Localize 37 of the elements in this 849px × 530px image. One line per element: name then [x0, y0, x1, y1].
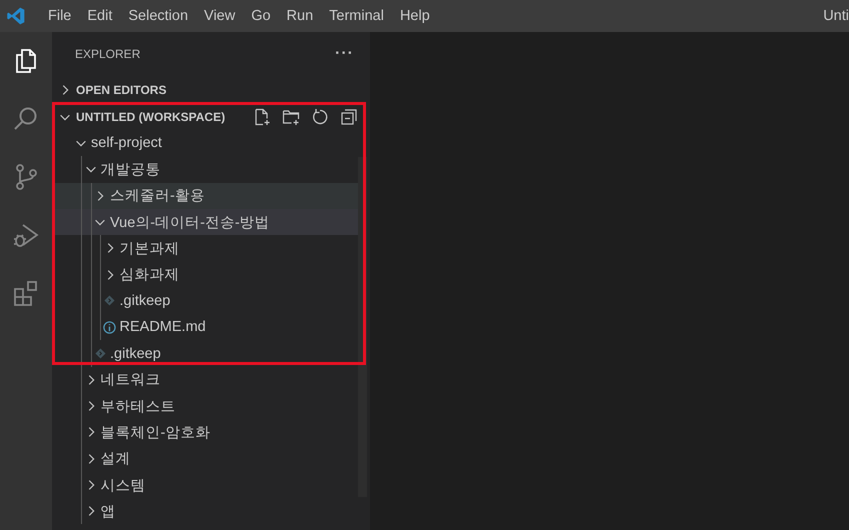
section-header[interactable]: UNTITLED (WORKSPACE): [52, 103, 370, 130]
more-actions-button[interactable]: ···: [335, 45, 354, 63]
tree-item[interactable]: Vue의-데이터-전송-방법: [52, 208, 358, 236]
menu-item[interactable]: Go: [243, 8, 279, 24]
menu-item[interactable]: Run: [278, 8, 322, 24]
collapse-all-icon[interactable]: [340, 108, 358, 126]
tree-item[interactable]: 설계: [52, 446, 358, 472]
section-header[interactable]: OPEN EDITORS: [52, 76, 370, 103]
menu-item[interactable]: File: [40, 8, 80, 24]
tree-item[interactable]: 블록체인-암호화: [52, 419, 358, 446]
app-logo-icon: [6, 6, 26, 26]
info-icon: [103, 320, 116, 334]
menu-item[interactable]: View: [196, 8, 244, 24]
new-file-icon[interactable]: [253, 108, 271, 126]
tree-item[interactable]: 기본과제: [52, 235, 358, 262]
menu-item[interactable]: Selection: [120, 8, 196, 24]
menu-item[interactable]: Help: [392, 8, 438, 24]
tree-item[interactable]: 시스템: [52, 472, 358, 498]
diamond-icon: [94, 348, 106, 360]
tree-item[interactable]: 개발공통: [52, 156, 358, 183]
new-folder-icon[interactable]: [282, 108, 300, 126]
refresh-icon[interactable]: [311, 108, 329, 126]
menu-item[interactable]: Terminal: [321, 8, 392, 24]
tree-item[interactable]: 앱: [52, 498, 358, 524]
tree-item[interactable]: .gitkeep: [52, 340, 358, 367]
menu-item[interactable]: Edit: [79, 8, 120, 24]
tree-item[interactable]: 심화과제: [52, 261, 358, 288]
explorer-title: EXPLORER: [75, 47, 140, 61]
tree-item[interactable]: .gitkeep: [52, 288, 358, 314]
tree-item[interactable]: 부하테스트: [52, 392, 358, 420]
diamond-icon: [104, 295, 115, 306]
tree-item[interactable]: 네트워크: [52, 366, 358, 393]
window-title: Unti: [823, 8, 849, 24]
extensions-icon[interactable]: [12, 279, 40, 307]
tree-item[interactable]: self-project: [52, 130, 358, 156]
tree-item[interactable]: README.md: [52, 314, 358, 340]
tree-item[interactable]: 스케줄러-활용: [52, 182, 358, 209]
